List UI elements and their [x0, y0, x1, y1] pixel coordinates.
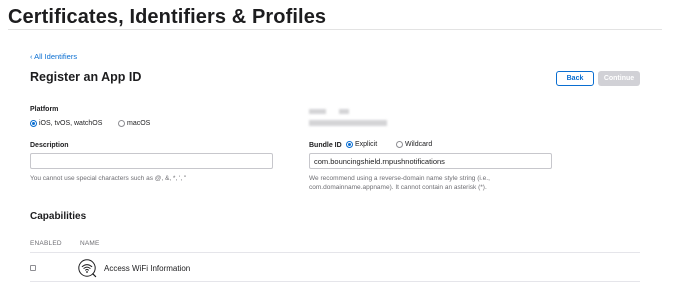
- platform-label: Platform: [30, 106, 59, 113]
- bundle-id-input[interactable]: com.bouncingshield.rnpushnotifications: [309, 153, 552, 169]
- redacted-text-block: [309, 109, 326, 114]
- description-input[interactable]: [30, 153, 273, 169]
- bundle-id-option-wildcard-label: Wildcard: [405, 141, 433, 148]
- redacted-text-block: [339, 109, 349, 114]
- platform-option-macos-label: macOS: [127, 120, 151, 127]
- bundle-id-option-explicit[interactable]: Explicit: [346, 141, 377, 148]
- description-label: Description: [30, 142, 69, 149]
- continue-button[interactable]: Continue: [598, 71, 640, 86]
- column-header-name: NAME: [80, 240, 100, 247]
- capabilities-title: Capabilities: [30, 211, 87, 222]
- description-help-text: You cannot use special characters such a…: [30, 175, 187, 182]
- radio-unselected-icon[interactable]: [118, 120, 125, 127]
- platform-option-ios-label: iOS, tvOS, watchOS: [39, 120, 103, 127]
- redacted-text-block: [309, 120, 387, 126]
- platform-option-ios[interactable]: iOS, tvOS, watchOS: [30, 120, 102, 127]
- capability-enabled-checkbox[interactable]: [30, 265, 36, 271]
- table-row-divider: [30, 281, 640, 282]
- page-header-title: Certificates, Identifiers & Profiles: [8, 6, 327, 28]
- back-button[interactable]: Back: [556, 71, 594, 86]
- radio-selected-icon[interactable]: [30, 120, 37, 127]
- radio-unselected-icon[interactable]: [396, 141, 403, 148]
- bundle-id-option-wildcard[interactable]: Wildcard: [396, 141, 432, 148]
- bundle-id-help-text-line2: com.domainname.appname). It cannot conta…: [309, 184, 487, 191]
- register-app-id-title: Register an App ID: [30, 70, 142, 84]
- table-header-divider: [30, 252, 640, 253]
- capability-name: Access WiFi Information: [104, 264, 191, 273]
- all-identifiers-link[interactable]: ‹ All Identifiers: [30, 52, 77, 61]
- bundle-id-label: Bundle ID: [309, 142, 342, 149]
- column-header-enabled: ENABLED: [30, 240, 62, 247]
- wifi-info-icon: [77, 258, 97, 283]
- bundle-id-option-explicit-label: Explicit: [355, 141, 378, 148]
- platform-option-macos[interactable]: macOS: [118, 120, 150, 127]
- radio-selected-icon[interactable]: [346, 141, 353, 148]
- header-divider: [8, 29, 662, 30]
- bundle-id-help-text-line1: We recommend using a reverse-domain name…: [309, 175, 490, 182]
